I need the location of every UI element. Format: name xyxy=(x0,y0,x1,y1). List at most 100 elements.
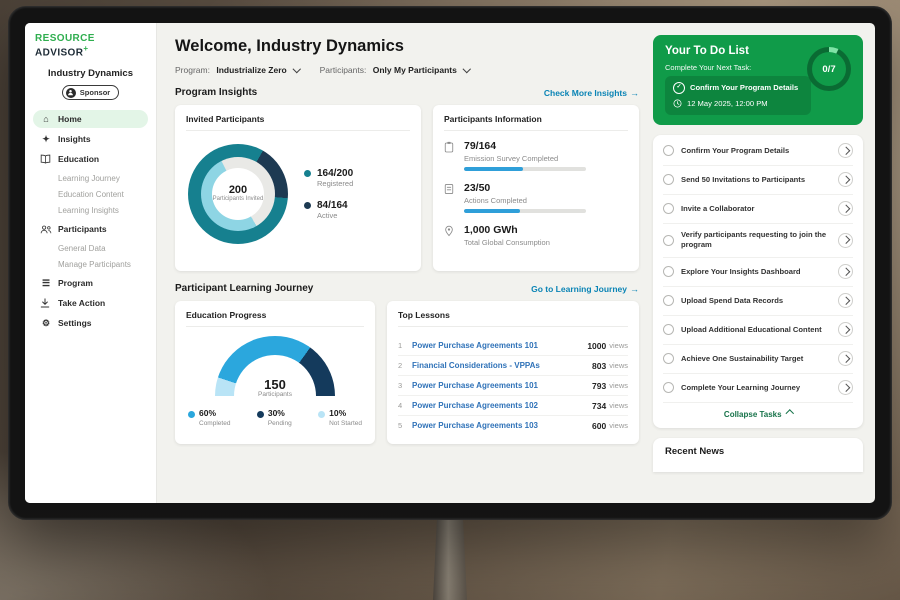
chevron-right-icon[interactable] xyxy=(838,143,853,158)
task-checkbox[interactable] xyxy=(663,235,674,246)
lesson-row: 2 Financial Considerations - VPPAs 803 v… xyxy=(398,356,628,376)
progress-bar-fill xyxy=(464,167,523,171)
card-title: Invited Participants xyxy=(186,114,410,131)
chevron-right-icon[interactable] xyxy=(838,201,853,216)
top-lessons-card: Top Lessons 1 Power Purchase Agreements … xyxy=(387,301,639,444)
lesson-link[interactable]: Power Purchase Agreements 101 xyxy=(412,381,592,390)
education-gauge-chart: 150 Participants xyxy=(215,336,335,398)
task-row[interactable]: Verify participants requesting to join t… xyxy=(663,224,853,258)
logo-plus: + xyxy=(83,44,88,53)
task-checkbox[interactable] xyxy=(663,295,674,306)
task-label: Confirm Your Program Details xyxy=(681,146,831,156)
lesson-link[interactable]: Power Purchase Agreements 101 xyxy=(412,341,587,350)
task-row[interactable]: Confirm Your Program Details xyxy=(663,137,853,166)
task-row[interactable]: Invite a Collaborator xyxy=(663,195,853,224)
recent-news-title: Recent News xyxy=(665,446,851,457)
invited-legend: 164/200 Registered 84/164 Active xyxy=(304,168,353,220)
lesson-views: 793 xyxy=(592,381,606,391)
participants-filter[interactable]: Participants: Only My Participants xyxy=(320,65,470,75)
legend-value: 84/164 xyxy=(317,200,348,211)
lesson-link[interactable]: Financial Considerations - VPPAs xyxy=(412,361,592,370)
task-checkbox[interactable] xyxy=(663,266,674,277)
sidebar-item-settings[interactable]: ⚙ Settings xyxy=(33,314,148,332)
task-checkbox[interactable] xyxy=(663,382,674,393)
chevron-right-icon[interactable] xyxy=(838,293,853,308)
sidebar-item-learning-journey[interactable]: Learning Journey xyxy=(33,170,148,186)
lesson-rank: 3 xyxy=(398,381,412,390)
learning-journey-header: Participant Learning Journey Go to Learn… xyxy=(175,283,639,294)
task-checkbox[interactable] xyxy=(663,324,674,335)
sidebar-item-manage-participants[interactable]: Manage Participants xyxy=(33,256,148,272)
sidebar-item-take-action[interactable]: Take Action xyxy=(33,294,148,312)
main-content: Welcome, Industry Dynamics Program: Indu… xyxy=(157,23,651,503)
lesson-views-suffix: views xyxy=(609,361,628,370)
chevron-right-icon[interactable] xyxy=(838,233,853,248)
program-filter[interactable]: Program: Industrialize Zero xyxy=(175,65,300,75)
sidebar-item-general-data[interactable]: General Data xyxy=(33,240,148,256)
sidebar-item-home[interactable]: ⌂ Home xyxy=(33,110,148,128)
task-row[interactable]: Send 50 Invitations to Participants xyxy=(663,166,853,195)
task-checkbox[interactable] xyxy=(663,353,674,364)
participants-filter-label: Participants: xyxy=(320,65,367,75)
task-row[interactable]: Achieve One Sustainability Target xyxy=(663,345,853,374)
sidebar-item-program[interactable]: ☰ Program xyxy=(33,274,148,292)
card-title: Participants Information xyxy=(444,114,628,131)
chevron-right-icon[interactable] xyxy=(838,380,853,395)
legend-pct: 60% xyxy=(199,408,216,418)
task-row[interactable]: Explore Your Insights Dashboard xyxy=(663,258,853,287)
sidebar-item-label: Take Action xyxy=(58,298,105,308)
task-row[interactable]: Upload Spend Data Records xyxy=(663,287,853,316)
stat-value: 23/50 xyxy=(464,182,586,194)
task-row[interactable]: Upload Additional Educational Content xyxy=(663,316,853,345)
next-task-panel: ✓ Confirm Your Program Details 12 May 20… xyxy=(665,76,811,115)
lesson-link[interactable]: Power Purchase Agreements 103 xyxy=(412,421,592,430)
sidebar-item-insights[interactable]: ✦ Insights xyxy=(33,130,148,148)
check-more-insights-link[interactable]: Check More Insights→ xyxy=(544,88,639,98)
legend-dot xyxy=(304,170,311,177)
legend-item-completed: 60% Completed xyxy=(188,408,230,427)
lesson-row: 4 Power Purchase Agreements 102 734 view… xyxy=(398,396,628,416)
sidebar-item-label: Participants xyxy=(58,224,107,234)
dashboard-screen: RESOURCE ADVISOR+ Industry Dynamics Spon… xyxy=(25,23,875,503)
chevron-right-icon[interactable] xyxy=(838,322,853,337)
section-title: Program Insights xyxy=(175,87,257,98)
location-pin-icon xyxy=(444,224,456,251)
progress-bar xyxy=(464,209,586,213)
stat-value: 1,000 GWh xyxy=(464,224,550,236)
lesson-views: 803 xyxy=(592,361,606,371)
participants-information-card: Participants Information 79/164 Emission… xyxy=(433,105,639,271)
todo-summary-card: Your To Do List Complete Your Next Task:… xyxy=(653,35,863,125)
participants-filter-value: Only My Participants xyxy=(373,65,457,75)
legend-dot xyxy=(318,411,325,418)
sidebar-item-education[interactable]: Education xyxy=(33,150,148,168)
lesson-link[interactable]: Power Purchase Agreements 102 xyxy=(412,401,592,410)
task-label: Invite a Collaborator xyxy=(681,204,831,214)
sidebar-item-education-content[interactable]: Education Content xyxy=(33,186,148,202)
legend-label: Pending xyxy=(268,420,292,427)
sidebar-item-learning-insights[interactable]: Learning Insights xyxy=(33,202,148,218)
task-checkbox[interactable] xyxy=(663,174,674,185)
chevron-right-icon[interactable] xyxy=(838,172,853,187)
task-checkbox[interactable] xyxy=(663,145,674,156)
task-checkbox[interactable] xyxy=(663,203,674,214)
task-label: Send 50 Invitations to Participants xyxy=(681,175,831,185)
task-row[interactable]: Complete Your Learning Journey xyxy=(663,374,853,403)
gauge-label: Participants xyxy=(215,391,335,398)
lesson-rank: 5 xyxy=(398,421,412,430)
donut-center-value: 200 xyxy=(229,184,247,196)
sidebar: RESOURCE ADVISOR+ Industry Dynamics Spon… xyxy=(25,23,157,503)
checklist-icon xyxy=(444,182,456,213)
card-title: Education Progress xyxy=(186,310,364,327)
go-to-learning-journey-link[interactable]: Go to Learning Journey→ xyxy=(531,284,639,294)
chevron-right-icon[interactable] xyxy=(838,264,853,279)
lesson-views: 1000 xyxy=(587,341,606,351)
sidebar-item-participants[interactable]: Participants xyxy=(33,220,148,238)
progress-bar-fill xyxy=(464,209,520,213)
stat-label: Emission Survey Completed xyxy=(464,154,586,163)
legend-label: Registered xyxy=(317,179,353,188)
sponsor-badge: Sponsor xyxy=(62,85,119,100)
collapse-tasks-link[interactable]: Collapse Tasks xyxy=(663,403,853,426)
chevron-right-icon[interactable] xyxy=(838,351,853,366)
lesson-views: 600 xyxy=(592,421,606,431)
legend-item-registered: 164/200 Registered xyxy=(304,168,353,188)
